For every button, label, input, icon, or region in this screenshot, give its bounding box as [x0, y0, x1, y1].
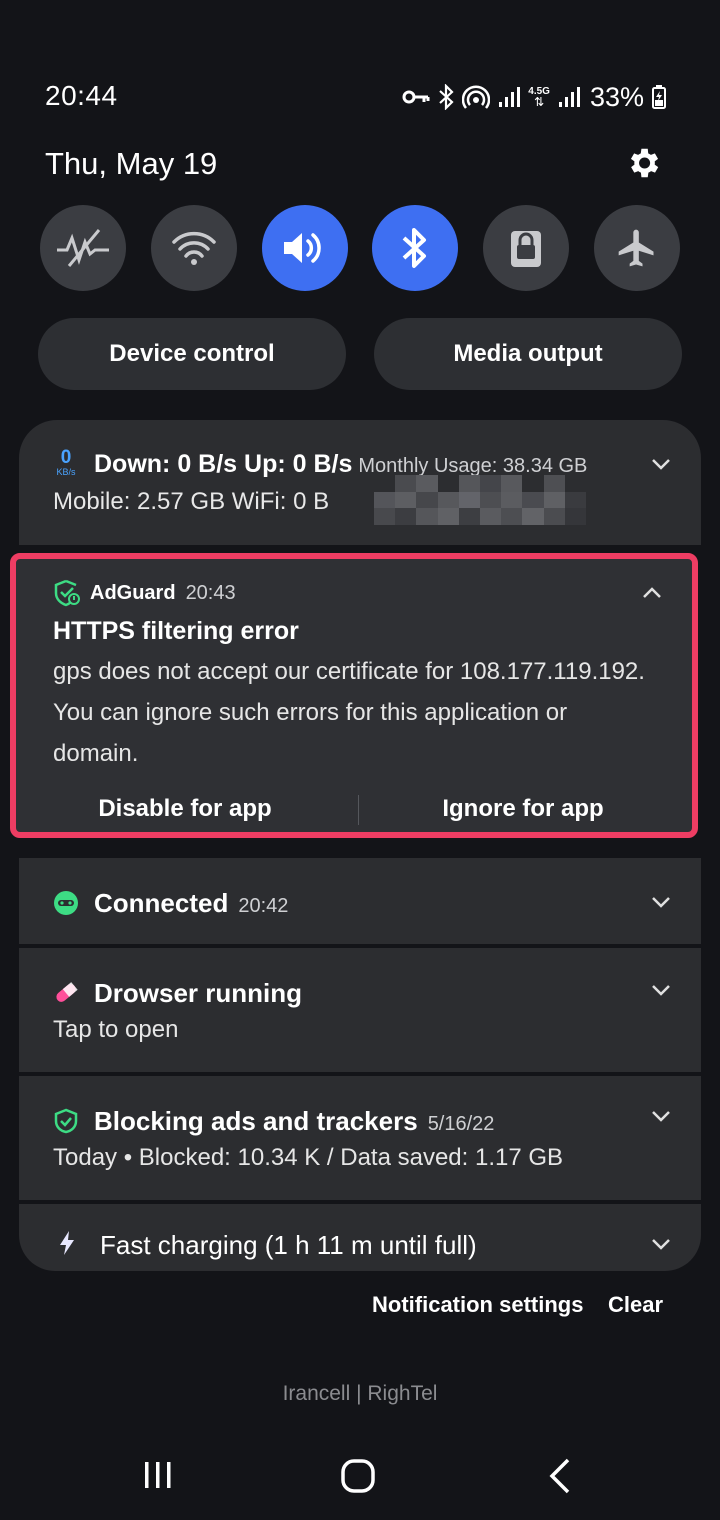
- qs-mobile-data-button[interactable]: [40, 205, 126, 291]
- notification-actions: Disable for app Ignore for app: [16, 787, 692, 831]
- hotspot-icon: [462, 85, 491, 109]
- notification-date: 5/16/22: [427, 1113, 495, 1135]
- volume-icon: [283, 233, 321, 263]
- adguard-shield-icon: [54, 579, 80, 607]
- qs-wifi-button[interactable]: [150, 205, 237, 291]
- lightning-icon: [60, 1231, 74, 1255]
- connected-notification[interactable]: Connected 20:42: [19, 858, 701, 944]
- media-output-button[interactable]: Media output: [374, 318, 682, 390]
- date: Thu, May 19: [45, 146, 218, 181]
- adguard-shield-icon: [54, 1108, 78, 1134]
- notification-title: Connected 20:42: [94, 888, 288, 919]
- recent-apps-icon[interactable]: [143, 1460, 173, 1490]
- qs-sound-button[interactable]: [261, 205, 348, 291]
- drowser-notification[interactable]: Drowser running Tap to open: [19, 948, 701, 1072]
- signal-icon: [499, 87, 521, 107]
- qs-airplane-button[interactable]: [593, 205, 680, 291]
- chevron-down-icon[interactable]: [651, 1110, 671, 1122]
- speed-value: 0: [60, 447, 72, 468]
- notification-body: gps does not accept our certificate for …: [53, 658, 645, 767]
- pill-icon: [56, 982, 78, 1002]
- ignore-for-app-button[interactable]: Ignore for app: [354, 787, 692, 831]
- chevron-up-icon[interactable]: [642, 587, 662, 599]
- battery-percent: 33%: [589, 81, 644, 112]
- redacted-area: [374, 475, 586, 525]
- chevron-down-icon[interactable]: [651, 458, 671, 470]
- blocking-title: Blocking ads and trackers: [94, 1106, 418, 1136]
- adguard-https-error-notification[interactable]: AdGuard 20:43 HTTPS filtering error gps …: [10, 553, 698, 838]
- mobile-data-off-icon: [57, 229, 109, 267]
- drowser-title: Drowser running: [94, 978, 303, 1008]
- chevron-down-icon[interactable]: [651, 984, 671, 996]
- chevron-down-icon[interactable]: [651, 1238, 671, 1250]
- qs-bluetooth-button[interactable]: [372, 205, 459, 291]
- notification-header: AdGuard 20:43: [54, 579, 236, 607]
- notification-time: 20:43: [185, 581, 236, 604]
- chevron-down-icon[interactable]: [651, 896, 671, 908]
- clear-button[interactable]: Clear: [608, 1292, 663, 1318]
- notification-title: HTTPS filtering error: [53, 617, 299, 645]
- quick-settings-row: [40, 205, 680, 291]
- speed-unit: KB/s: [56, 467, 76, 477]
- gear-icon[interactable]: [624, 144, 662, 182]
- data-arrows-icon: 4.5G ⇅: [528, 86, 550, 109]
- notification-settings-button[interactable]: Notification settings: [372, 1292, 583, 1318]
- disable-for-app-button[interactable]: Disable for app: [16, 787, 354, 831]
- home-icon[interactable]: [340, 1458, 376, 1494]
- blocking-subtitle: Today • Blocked: 10.34 K / Data saved: 1…: [53, 1144, 564, 1171]
- lock-icon: [511, 231, 542, 267]
- back-icon[interactable]: [548, 1458, 572, 1494]
- monthly-usage: Monthly Usage: 38.34 GB: [358, 455, 588, 477]
- charging-title: Fast charging (1 h 11 m until full): [100, 1230, 477, 1260]
- vpn-connected-icon: [54, 891, 78, 915]
- device-control-button[interactable]: Device control: [38, 318, 346, 390]
- blocking-ads-notification[interactable]: Blocking ads and trackers 5/16/22 Today •…: [19, 1076, 701, 1200]
- fast-charging-notification[interactable]: Fast charging (1 h 11 m until full): [19, 1204, 701, 1271]
- qs-screen-lock-button[interactable]: [483, 205, 570, 291]
- wifi-icon: [172, 231, 216, 265]
- connected-title: Connected: [94, 888, 229, 918]
- bluetooth-icon: [439, 84, 454, 110]
- bluetooth-icon: [403, 228, 427, 268]
- status-icons: 4.5G ⇅ 33%: [402, 80, 666, 114]
- network-speed-notification[interactable]: 0 KB/s Down: 0 B/s Up: 0 B/s Monthly Usag…: [19, 420, 701, 545]
- status-time: 20:44: [45, 80, 118, 111]
- airplane-icon: [618, 229, 654, 267]
- signal-icon: [558, 87, 580, 107]
- battery-charging-icon: [652, 85, 666, 109]
- action-divider: [358, 795, 359, 825]
- down-up-text: Down: 0 B/s Up: 0 B/s: [94, 450, 353, 478]
- drowser-subtitle: Tap to open: [53, 1016, 179, 1043]
- carrier-label: Irancell | RighTel: [282, 1382, 438, 1405]
- vpn-key-icon: [402, 90, 430, 104]
- notification-time: 20:42: [238, 895, 289, 917]
- usage-line: Mobile: 2.57 GB WiFi: 0 B: [53, 488, 330, 515]
- notification-title: Blocking ads and trackers 5/16/22: [94, 1106, 494, 1137]
- network-speed-icon: 0 KB/s: [53, 447, 79, 477]
- app-name: AdGuard: [90, 581, 176, 604]
